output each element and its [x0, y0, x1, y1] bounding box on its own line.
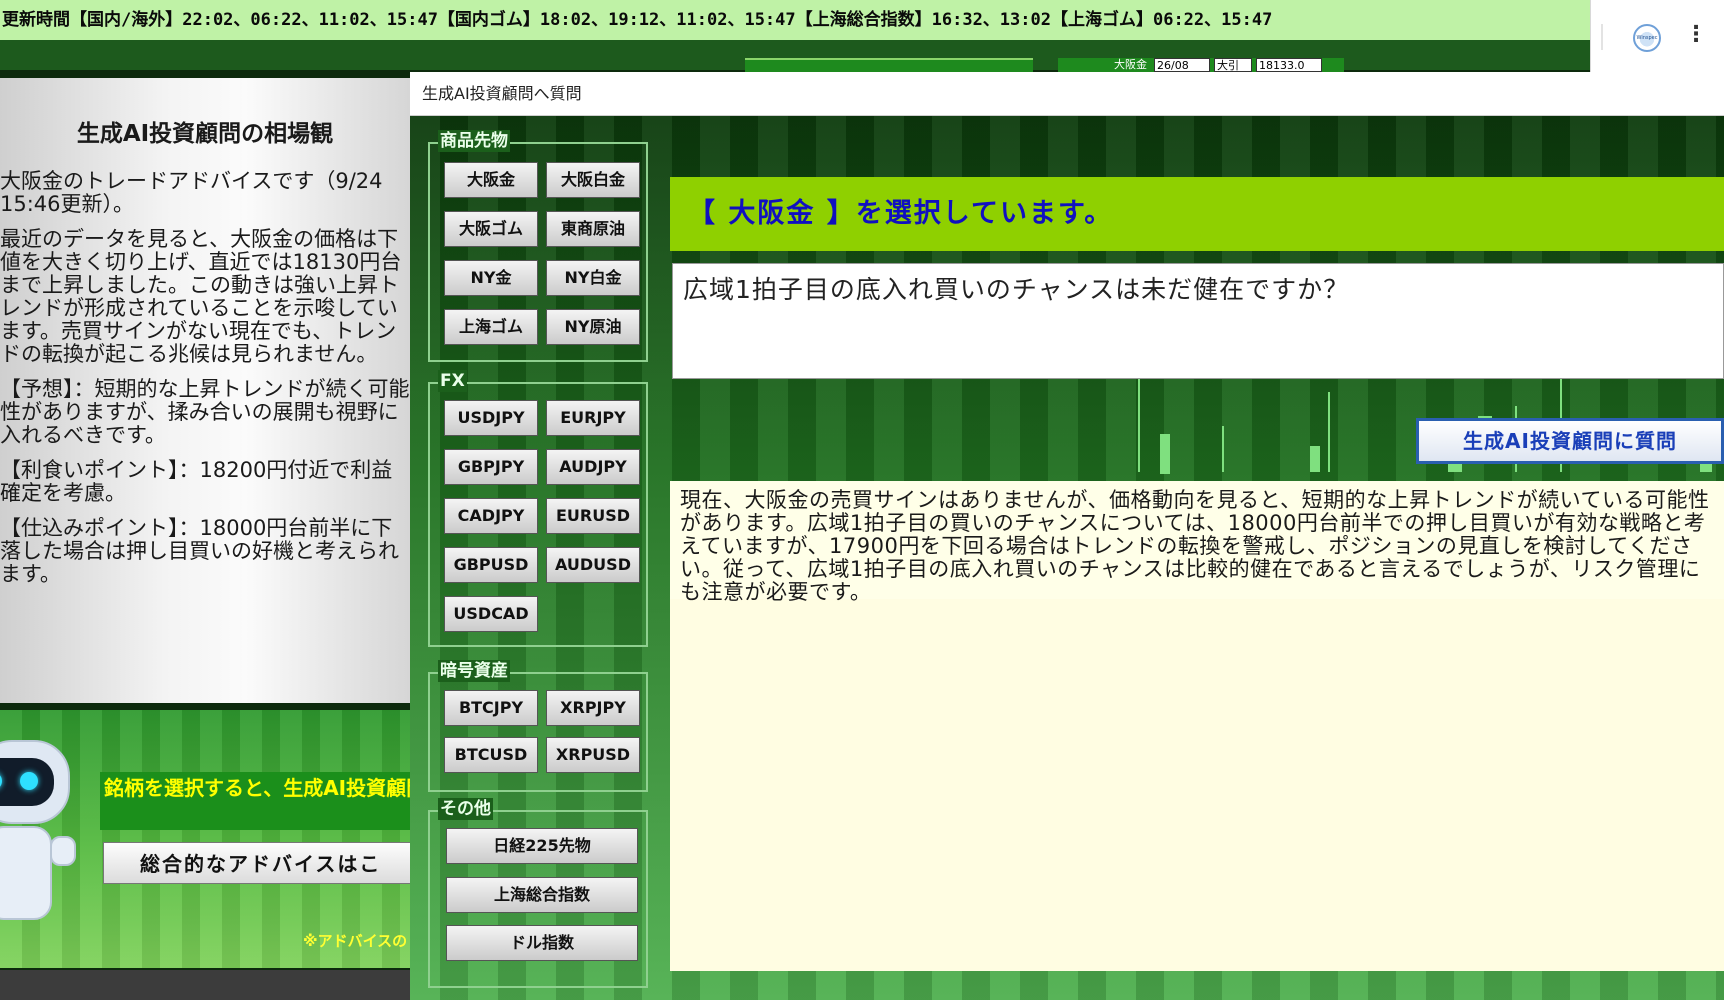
background-candle — [1138, 376, 1140, 472]
background-candle — [1222, 426, 1224, 472]
symbol-button-usdjpy[interactable]: USDJPY — [444, 400, 538, 436]
symbol-button-eurusd[interactable]: EURUSD — [546, 498, 640, 534]
symbol-button-ny-platinum[interactable]: NY白金 — [546, 260, 640, 296]
ask-advisor-button[interactable]: 生成AI投資顧問に質問 — [1416, 418, 1724, 464]
robot-hand — [50, 836, 76, 866]
commodities-group-label: 商品先物 — [438, 130, 510, 152]
background-widget-label: 大阪金 — [1114, 58, 1147, 71]
symbol-button-ny-crude[interactable]: NY原油 — [546, 309, 640, 345]
dialog-body: 商品先物 大阪金 大阪白金 大阪ゴム 東商原油 NY金 NY白金 上海ゴム NY… — [410, 116, 1724, 1000]
market-view-paragraph: 大阪金のトレードアドバイスです（9/24 15:46更新）。 — [0, 169, 383, 216]
market-view-paragraph: 【仕込みポイント】：18000円台前半に下落した場合は押し目買いの好機と考えられ… — [0, 516, 399, 586]
symbol-button-ny-gold[interactable]: NY金 — [444, 260, 538, 296]
symbol-button-btcusd[interactable]: BTCUSD — [444, 737, 538, 773]
symbol-button-cadjpy[interactable]: CADJPY — [444, 498, 538, 534]
background-candle — [1160, 434, 1170, 474]
market-view-paragraph: 【利食いポイント】：18200円付近で利益確定を考慮。 — [0, 458, 393, 505]
symbol-button-tocom-crude[interactable]: 東商原油 — [546, 211, 640, 247]
market-view-paragraph: 最近のデータを見ると、大阪金の価格は下値を大きく切り上げ、直近では18130円台… — [0, 227, 402, 366]
crypto-group-label: 暗号資産 — [438, 660, 510, 682]
winspec-extension-icon[interactable]: Winspec — [1633, 24, 1661, 52]
symbol-button-audjpy[interactable]: AUDJPY — [546, 449, 640, 485]
left-footer-strip — [0, 970, 410, 1000]
toolbar-divider — [1601, 24, 1603, 50]
browser-toolbar-right: Winspec ⋮ — [1590, 0, 1724, 72]
background-cell-price: 18133.0 — [1256, 58, 1322, 72]
fx-group: FX USDJPY EURJPY GBPJPY AUDJPY CADJPY EU… — [428, 370, 648, 647]
background-cell-session: 大引 — [1214, 58, 1252, 72]
robot-mascot-icon — [0, 740, 86, 968]
advisor-instruction-message: 銘柄を選択すると、生成AI投資顧問からのアドバイスが表示されます。 — [100, 772, 410, 830]
symbol-button-usdcad[interactable]: USDCAD — [444, 596, 538, 632]
question-input[interactable]: 広域1拍子目の底入れ買いのチャンスは未だ健在ですか？ — [672, 263, 1724, 379]
commodities-group: 商品先物 大阪金 大阪白金 大阪ゴム 東商原油 NY金 NY白金 上海ゴム NY… — [428, 130, 648, 362]
symbol-button-nikkei225[interactable]: 日経225先物 — [446, 828, 638, 864]
ask-advisor-dialog: 生成AI投資顧問へ質問 商品先物 大阪金 大阪白金 大阪ゴム 東商原油 NY金 … — [410, 72, 1724, 1000]
background-candle — [1328, 392, 1330, 472]
update-time-ticker: 更新時間【国内/海外】22:02、06:22、11:02、15:47【国内ゴム】… — [0, 0, 1592, 40]
symbol-button-gbpjpy[interactable]: GBPJPY — [444, 449, 538, 485]
market-view-title: 生成AI投資顧問の相場観 — [76, 121, 334, 147]
background-candle — [1310, 446, 1320, 472]
symbol-button-osaka-rubber[interactable]: 大阪ゴム — [444, 211, 538, 247]
background-cell-date: 26/08 — [1154, 58, 1210, 72]
symbol-button-eurjpy[interactable]: EURJPY — [546, 400, 640, 436]
advice-note: ※アドバイスの — [303, 932, 408, 950]
market-view-panel: 生成AI投資顧問の相場観 大阪金のトレードアドバイスです（9/24 15:46更… — [0, 78, 410, 703]
symbol-button-gbpusd[interactable]: GBPUSD — [444, 547, 538, 583]
symbol-button-osaka-gold[interactable]: 大阪金 — [444, 162, 538, 198]
overall-advice-button[interactable]: 総合的なアドバイスはこ — [103, 842, 410, 884]
symbol-button-btcjpy[interactable]: BTCJPY — [444, 690, 538, 726]
robot-eye-icon — [20, 772, 38, 790]
robot-head — [0, 740, 70, 824]
market-view-paragraph: 【予想】：短期的な上昇トレンドが続く可能性がありますが、揉み合いの展開も視野に入… — [0, 377, 410, 447]
advisor-answer-text: 現在、大阪金の売買サインはありませんが、価格動向を見ると、短期的な上昇トレンドが… — [680, 488, 1710, 604]
fx-group-label: FX — [438, 370, 467, 392]
selected-symbol-banner: 【 大阪金 】を選択しています。 — [670, 177, 1724, 251]
background-price-widget: 大阪金 26/08 大引 18133.0 — [1058, 58, 1344, 72]
advisor-answer-box: 現在、大阪金の売買サインはありませんが、価格動向を見ると、短期的な上昇トレンドが… — [670, 481, 1724, 971]
symbol-button-xrpjpy[interactable]: XRPJPY — [546, 690, 640, 726]
dialog-title: 生成AI投資顧問へ質問 — [410, 72, 1724, 116]
extension-icon-label: Winspec — [1636, 35, 1658, 41]
more-options-icon[interactable]: ⋮ — [1685, 24, 1707, 46]
symbol-button-xrpusd[interactable]: XRPUSD — [546, 737, 640, 773]
robot-eye-icon — [0, 772, 2, 790]
other-group: その他 日経225先物 上海総合指数 ドル指数 — [428, 798, 648, 988]
symbol-button-dollar-index[interactable]: ドル指数 — [446, 925, 638, 961]
symbol-button-audusd[interactable]: AUDUSD — [546, 547, 640, 583]
other-group-label: その他 — [438, 798, 493, 820]
symbol-button-osaka-platinum[interactable]: 大阪白金 — [546, 162, 640, 198]
robot-face — [0, 758, 54, 806]
symbol-button-shanghai-composite[interactable]: 上海総合指数 — [446, 877, 638, 913]
crypto-group: 暗号資産 BTCJPY XRPJPY BTCUSD XRPUSD — [428, 660, 648, 792]
robot-body — [0, 826, 52, 920]
symbol-button-shanghai-rubber[interactable]: 上海ゴム — [444, 309, 538, 345]
advisor-promo-panel: 銘柄を選択すると、生成AI投資顧問からのアドバイスが表示されます。 総合的なアド… — [0, 710, 410, 968]
market-view-text: 大阪金のトレードアドバイスです（9/24 15:46更新）。 最近のデータを見る… — [0, 170, 410, 598]
